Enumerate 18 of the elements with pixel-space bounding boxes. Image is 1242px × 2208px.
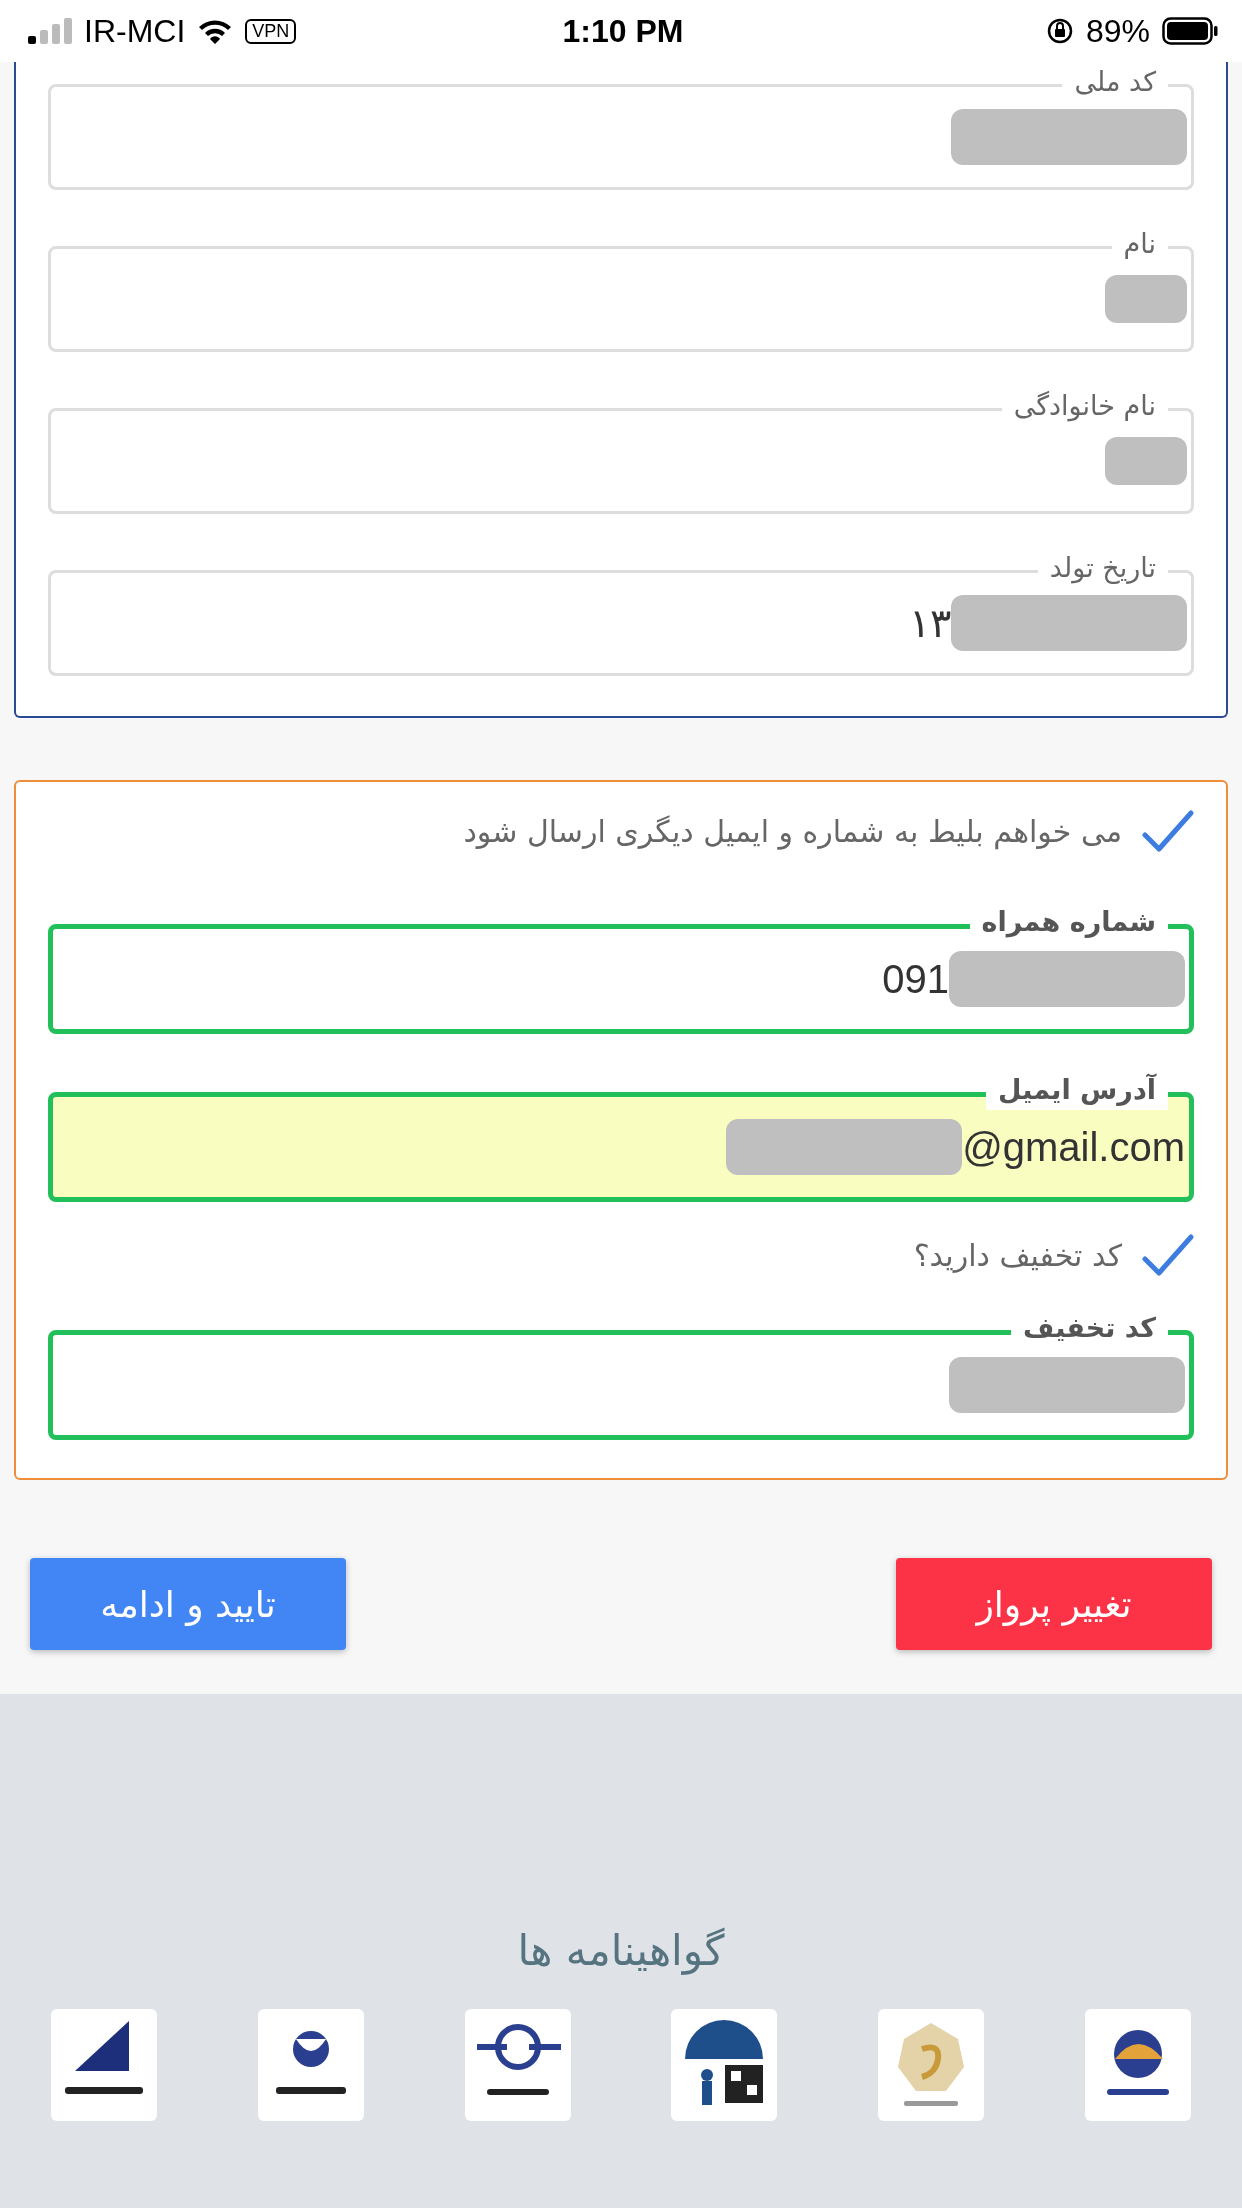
field-label: آدرس ایمیل [986,1070,1168,1110]
field-value: 091 [882,956,949,1002]
signal-icon [28,18,72,44]
battery-percent: 89% [1085,12,1150,50]
rotation-lock-icon [1045,17,1074,45]
checkmark-icon[interactable] [1142,809,1194,853]
change-flight-button[interactable]: تغییر پرواز [896,1558,1212,1650]
checkmark-icon[interactable] [1142,1233,1194,1277]
vpn-badge: VPN [245,18,297,44]
carrier-name: IR-MCI [84,12,186,50]
footer-title: گواهینامه ها [517,1926,725,1975]
checkbox-label: کد تخفیف دارید؟ [913,1237,1122,1273]
field-value: @gmail.com [962,1124,1185,1170]
battery-icon [1162,17,1218,45]
checkbox-label: می خواهم بلیط به شماره و ایمیل دیگری ارسال شود [463,813,1122,849]
clock-time: 1:10 PM [562,12,684,50]
field-value: ۱۳ [909,600,951,646]
confirm-button[interactable]: تایید و ادامه [30,1558,346,1650]
